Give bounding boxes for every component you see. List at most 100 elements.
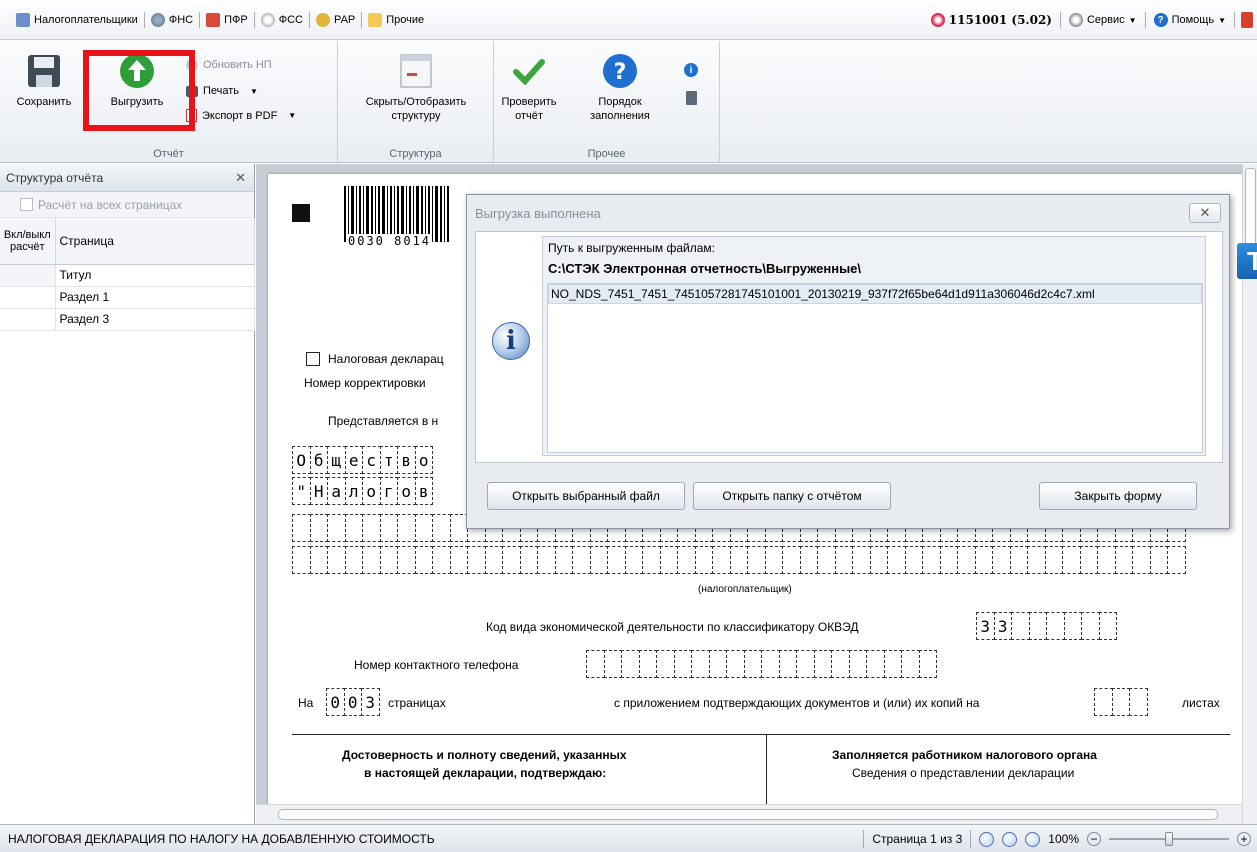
form-cell[interactable] bbox=[778, 650, 797, 678]
form-cell[interactable] bbox=[502, 546, 521, 574]
update-np-button[interactable]: Обновить НП bbox=[186, 59, 272, 71]
horizontal-scroll-thumb[interactable] bbox=[278, 809, 1218, 820]
form-cell[interactable] bbox=[467, 546, 486, 574]
form-cell[interactable] bbox=[1079, 546, 1098, 574]
form-cell[interactable] bbox=[537, 546, 556, 574]
name-cell[interactable]: О bbox=[292, 446, 311, 474]
form-cell[interactable] bbox=[761, 650, 780, 678]
form-cell[interactable] bbox=[1097, 546, 1116, 574]
form-cell[interactable] bbox=[638, 650, 657, 678]
name-cells-row-4[interactable] bbox=[292, 546, 1186, 574]
name-cell[interactable]: с bbox=[362, 446, 381, 474]
okved-cell[interactable] bbox=[1098, 612, 1117, 640]
row-page-cell[interactable]: Раздел 1 bbox=[55, 286, 255, 309]
name-cell[interactable]: л bbox=[344, 477, 363, 505]
form-cell[interactable] bbox=[918, 650, 937, 678]
okved-cell[interactable]: 3 bbox=[976, 612, 995, 640]
name-cell[interactable]: в bbox=[414, 477, 433, 505]
form-cell[interactable] bbox=[397, 546, 416, 574]
form-cell[interactable] bbox=[673, 650, 692, 678]
nav-fss[interactable]: ФСС bbox=[255, 8, 309, 32]
form-cell[interactable] bbox=[1044, 546, 1063, 574]
zoom-in-icon[interactable] bbox=[1002, 831, 1018, 847]
form-cell[interactable] bbox=[848, 650, 867, 678]
form-cell[interactable] bbox=[327, 514, 346, 542]
sheets-cell[interactable] bbox=[1111, 688, 1130, 716]
form-cell[interactable] bbox=[817, 546, 836, 574]
nav-pfr[interactable]: ПФР bbox=[200, 8, 254, 32]
fill-order-button[interactable]: ? Порядок заполнения bbox=[582, 53, 658, 123]
name-cell[interactable]: т bbox=[379, 446, 398, 474]
form-cell[interactable] bbox=[677, 546, 696, 574]
form-cell[interactable] bbox=[1114, 546, 1133, 574]
name-cell[interactable]: " bbox=[292, 477, 311, 505]
check-report-button[interactable]: Проверить отчёт bbox=[498, 53, 560, 123]
form-cell[interactable] bbox=[1167, 546, 1186, 574]
zoom-slider[interactable] bbox=[1109, 832, 1229, 846]
form-cell[interactable] bbox=[414, 514, 433, 542]
form-cell[interactable] bbox=[659, 546, 678, 574]
form-cell[interactable] bbox=[904, 546, 923, 574]
form-cell[interactable] bbox=[1149, 546, 1168, 574]
form-cell[interactable] bbox=[379, 514, 398, 542]
open-folder-button[interactable]: Открыть папку с отчётом bbox=[693, 482, 891, 510]
zoom-slider-knob[interactable] bbox=[1165, 832, 1173, 846]
form-cell[interactable] bbox=[449, 546, 468, 574]
form-cell[interactable] bbox=[887, 546, 906, 574]
form-cell[interactable] bbox=[572, 546, 591, 574]
row-toggle-cell[interactable] bbox=[0, 286, 56, 309]
form-cell[interactable] bbox=[852, 546, 871, 574]
row-page-cell[interactable]: Раздел 3 bbox=[55, 308, 255, 331]
service-menu[interactable]: Сервис ▼ bbox=[1063, 8, 1143, 32]
form-cell[interactable] bbox=[813, 650, 832, 678]
form-cell[interactable] bbox=[379, 546, 398, 574]
form-cell[interactable] bbox=[1009, 546, 1028, 574]
form-cell[interactable] bbox=[782, 546, 801, 574]
open-file-button[interactable]: Открыть выбранный файл bbox=[487, 482, 685, 510]
form-cell[interactable] bbox=[642, 546, 661, 574]
print-button[interactable]: Печать ▼ bbox=[186, 85, 258, 97]
exit-button[interactable] bbox=[1237, 8, 1257, 32]
form-cell[interactable] bbox=[834, 546, 853, 574]
form-cell[interactable] bbox=[747, 546, 766, 574]
sheets-cell[interactable] bbox=[1129, 688, 1148, 716]
name-cell[interactable]: Н bbox=[309, 477, 328, 505]
form-cell[interactable] bbox=[939, 546, 958, 574]
table-row[interactable]: Раздел 3 bbox=[0, 308, 255, 331]
pages-cell[interactable]: 3 bbox=[361, 688, 380, 716]
row-toggle-cell[interactable] bbox=[0, 264, 56, 287]
form-cell[interactable] bbox=[922, 546, 941, 574]
declaration-checkbox[interactable] bbox=[306, 352, 320, 366]
form-cell[interactable] bbox=[694, 546, 713, 574]
form-cell[interactable] bbox=[362, 546, 381, 574]
name-cell[interactable]: о bbox=[397, 477, 416, 505]
form-cell[interactable] bbox=[362, 514, 381, 542]
name-cell[interactable]: е bbox=[344, 446, 363, 474]
toggle-structure-button[interactable]: Скрыть/Отобразить структуру bbox=[344, 53, 488, 123]
row-toggle-cell[interactable] bbox=[0, 308, 56, 331]
list-item[interactable]: NO_NDS_7451_7451_7451057281745101001_201… bbox=[548, 284, 1202, 304]
table-row[interactable]: Титул bbox=[0, 264, 255, 287]
form-cell[interactable] bbox=[957, 546, 976, 574]
nav-rar[interactable]: РАР bbox=[310, 8, 361, 32]
form-cell[interactable] bbox=[586, 650, 605, 678]
name-cell[interactable]: щ bbox=[327, 446, 346, 474]
nav-fns[interactable]: ФНС bbox=[145, 8, 199, 32]
form-cell[interactable] bbox=[866, 650, 885, 678]
form-cell[interactable] bbox=[414, 546, 433, 574]
form-cell[interactable] bbox=[432, 546, 451, 574]
zoom-out-icon[interactable]: − bbox=[1087, 832, 1101, 846]
row-page-cell[interactable]: Титул bbox=[55, 264, 255, 287]
calc-all-pages-checkbox[interactable]: Расчёт на всех страницах bbox=[0, 192, 254, 218]
form-cell[interactable] bbox=[901, 650, 920, 678]
okved-cell[interactable] bbox=[1063, 612, 1082, 640]
pages-cell[interactable]: 0 bbox=[326, 688, 345, 716]
okved-cell[interactable] bbox=[1081, 612, 1100, 640]
form-cell[interactable] bbox=[992, 546, 1011, 574]
pages-cell[interactable]: 0 bbox=[343, 688, 362, 716]
form-cell[interactable] bbox=[869, 546, 888, 574]
form-cell[interactable] bbox=[432, 514, 451, 542]
table-row[interactable]: Раздел 1 bbox=[0, 286, 255, 309]
name-cell[interactable]: а bbox=[327, 477, 346, 505]
form-cell[interactable] bbox=[1132, 546, 1151, 574]
